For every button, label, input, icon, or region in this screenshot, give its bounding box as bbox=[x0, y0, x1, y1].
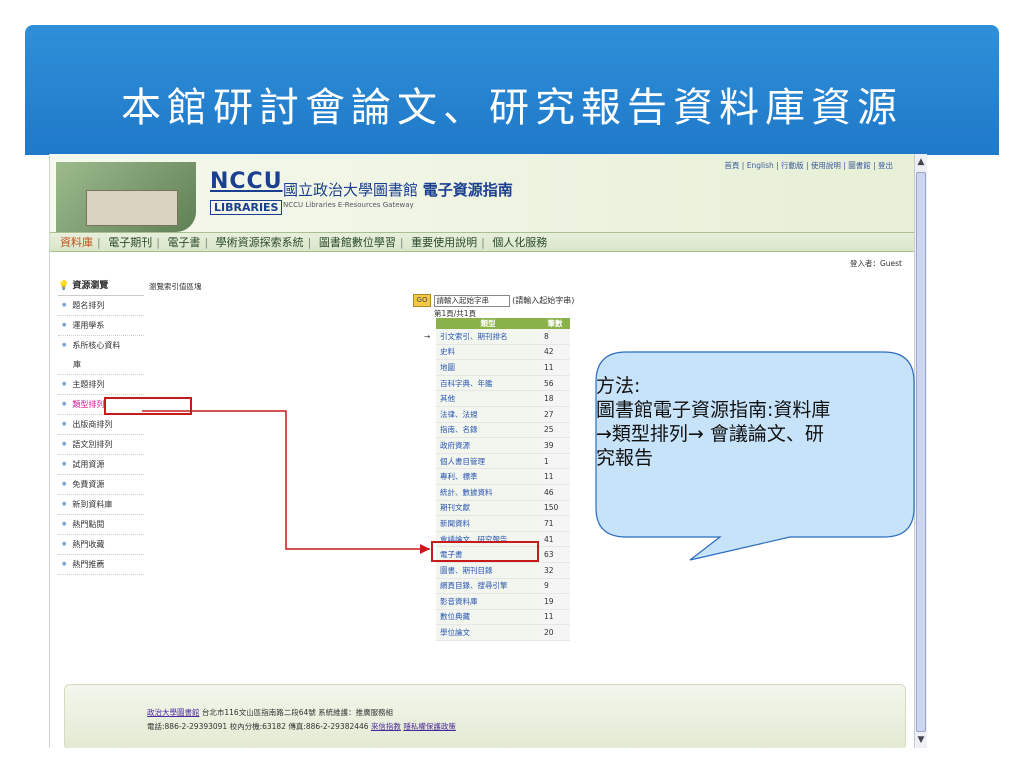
sidebar-item-subject[interactable]: 主題排列 bbox=[58, 375, 144, 395]
scroll-thumb[interactable] bbox=[916, 172, 926, 732]
main-nav: 資料庫 | 電子期刊 | 電子書 | 學術資源探索系統 | 圖書館數位學習 | 重要使用說… bbox=[50, 232, 915, 252]
sidebar-item-department[interactable]: 運用學系 bbox=[58, 316, 144, 336]
footer-line-1: 政治大學圖書館 台北市116文山區指南路二段64號 系統維護：推廣服務組 bbox=[147, 707, 393, 718]
table-row[interactable]: 數位典藏 11 bbox=[420, 609, 570, 626]
sidebar-item-popular-recommend[interactable]: 熱門推薦 bbox=[58, 555, 144, 575]
table-row[interactable]: 網頁目錄、搜尋引擎 9 bbox=[420, 578, 570, 595]
libraries-logo-text: LIBRARIES bbox=[210, 200, 283, 215]
sidebar-item-popular-favorites[interactable]: 熱門收藏 bbox=[58, 535, 144, 555]
table-row[interactable]: 指南、名錄 25 bbox=[420, 422, 570, 439]
footer-feedback-link[interactable]: 來信指教 bbox=[371, 722, 401, 731]
current-arrow-icon: → bbox=[424, 332, 431, 342]
nav-item-discovery[interactable]: 學術資源探索系統 bbox=[216, 236, 304, 249]
table-row[interactable]: 專利、標準 11 bbox=[420, 468, 570, 485]
sidebar-item-core-cont[interactable]: 庫 bbox=[58, 355, 144, 375]
highlight-box-sidebar bbox=[104, 397, 192, 415]
table-header-count: 筆數 bbox=[540, 318, 570, 329]
table-row[interactable]: 個人書目管理 1 bbox=[420, 453, 570, 470]
sidebar: 💡 資源瀏覽 題名排列 運用學系 系所核心資料 庫 主題排列 類型排列 出版商排… bbox=[58, 277, 144, 575]
callout-line: →類型排列→ 會議論文、研 bbox=[596, 423, 824, 445]
callout-line: 圖書館電子資源指南:資料庫 bbox=[596, 399, 831, 421]
table-row[interactable]: 其他 18 bbox=[420, 390, 570, 407]
top-link-mobile[interactable]: 行動版 bbox=[781, 161, 804, 170]
sidebar-item-language[interactable]: 語文別排列 bbox=[58, 435, 144, 455]
site-subtitle: NCCU Libraries E-Resources Gateway bbox=[283, 201, 414, 209]
scroll-up-icon[interactable]: ▲ bbox=[915, 156, 927, 168]
nav-item-ejournals[interactable]: 電子期刊 bbox=[108, 236, 152, 249]
table-row[interactable]: 期刊文獻 150 bbox=[420, 500, 570, 517]
login-status: 登入者：Guest bbox=[849, 259, 902, 268]
top-link-logout[interactable]: 登出 bbox=[878, 161, 893, 170]
search-hint: (請輸入起始字串) bbox=[512, 296, 575, 305]
table-header-type: 類型 bbox=[436, 318, 540, 329]
footer-privacy-link[interactable]: 隱私權保護政策 bbox=[403, 722, 456, 731]
table-row[interactable]: 政府資源 39 bbox=[420, 437, 570, 454]
footer-address: 台北市116文山區指南路二段64號 系統維護：推廣服務組 bbox=[199, 708, 394, 717]
table-row[interactable]: 學位論文 20 bbox=[420, 624, 570, 641]
highlight-box-table-row bbox=[431, 541, 539, 562]
browse-index-label: 瀏覽索引值區塊 bbox=[149, 282, 202, 291]
callout-line: 方法: bbox=[596, 375, 641, 397]
nav-item-ebooks[interactable]: 電子書 bbox=[167, 236, 200, 249]
top-link-english[interactable]: English bbox=[747, 161, 774, 170]
site-footer: 政治大學圖書館 台北市116文山區指南路二段64號 系統維護：推廣服務組 電話:… bbox=[64, 684, 906, 748]
scroll-down-icon[interactable]: ▼ bbox=[915, 734, 927, 746]
table-row[interactable]: 百科字典、年鑑 56 bbox=[420, 375, 570, 392]
lightbulb-icon: 💡 bbox=[58, 281, 70, 291]
table-row[interactable]: 史料 42 bbox=[420, 344, 570, 361]
top-links: 首頁 | English | 行動版 | 使用說明 | 圖書館 | 登出 bbox=[724, 161, 893, 170]
sidebar-item-title[interactable]: 題名排列 bbox=[58, 296, 144, 316]
footer-line-2: 電話:886-2-29393091 校內分機:63182 傳真:886-2-29… bbox=[147, 721, 456, 732]
table-row[interactable]: 地圖 11 bbox=[420, 359, 570, 376]
nav-item-usage[interactable]: 重要使用說明 bbox=[411, 236, 477, 249]
sidebar-item-popular-views[interactable]: 熱門點閱 bbox=[58, 515, 144, 535]
go-button[interactable]: GO bbox=[413, 294, 431, 307]
slide-title: 本館研討會論文、研究報告資料庫資源 bbox=[121, 85, 903, 131]
sidebar-heading: 💡 資源瀏覽 bbox=[58, 277, 144, 296]
callout-line: 究報告 bbox=[596, 447, 654, 469]
footer-contact: 電話:886-2-29393091 校內分機:63182 傳真:886-2-29… bbox=[147, 722, 371, 731]
search-area: GO 請輸入起始字串 (請輸入起始字串) bbox=[413, 294, 574, 307]
nav-item-databases[interactable]: 資料庫 bbox=[60, 236, 93, 249]
callout-text: 方法: 圖書館電子資源指南:資料庫 →類型排列→ 會議論文、研 究報告 bbox=[596, 374, 914, 470]
sidebar-item-trial[interactable]: 試用資源 bbox=[58, 455, 144, 475]
table-row[interactable]: 圖書、期刊目錄 32 bbox=[420, 562, 570, 579]
sidebar-item-publisher[interactable]: 出版商排列 bbox=[58, 415, 144, 435]
search-input[interactable]: 請輸入起始字串 bbox=[433, 294, 510, 307]
table-row[interactable]: 法律、法規 27 bbox=[420, 406, 570, 423]
table-row[interactable]: 新聞資料 71 bbox=[420, 515, 570, 532]
top-link-library[interactable]: 圖書館 bbox=[848, 161, 871, 170]
footer-library-link[interactable]: 政治大學圖書館 bbox=[147, 708, 200, 717]
sidebar-item-new[interactable]: 新到資料庫 bbox=[58, 495, 144, 515]
site-title: 國立政治大學圖書館 電子資源指南 bbox=[283, 179, 513, 200]
category-table: 類型 筆數 → 引文索引、期刊排名 8 史料 42 地圖 11 百科字典、年鑑 56 其他… bbox=[420, 318, 570, 641]
table-row[interactable]: 統計、數據資料 46 bbox=[420, 484, 570, 501]
vertical-scrollbar[interactable]: ▲ ▼ bbox=[914, 154, 927, 748]
library-photo bbox=[56, 162, 196, 232]
sidebar-heading-label: 資源瀏覽 bbox=[72, 281, 109, 291]
top-link-home[interactable]: 首頁 bbox=[724, 161, 739, 170]
table-row[interactable]: → 引文索引、期刊排名 8 bbox=[420, 329, 570, 345]
table-row[interactable]: 影音資料庫 19 bbox=[420, 593, 570, 610]
sidebar-item-core[interactable]: 系所核心資料 bbox=[58, 336, 144, 355]
nav-item-elearning[interactable]: 圖書館數位學習 bbox=[319, 236, 396, 249]
top-link-help[interactable]: 使用說明 bbox=[811, 161, 841, 170]
site-header: NCCU LIBRARIES 國立政治大學圖書館 電子資源指南 NCCU Lib… bbox=[50, 154, 915, 232]
nav-item-personal[interactable]: 個人化服務 bbox=[492, 236, 547, 249]
site-title-plain: 國立政治大學圖書館 bbox=[283, 181, 419, 199]
sidebar-item-free[interactable]: 免費資源 bbox=[58, 475, 144, 495]
nccu-logo[interactable]: NCCU bbox=[210, 169, 283, 194]
site-title-bold: 電子資源指南 bbox=[422, 181, 513, 199]
